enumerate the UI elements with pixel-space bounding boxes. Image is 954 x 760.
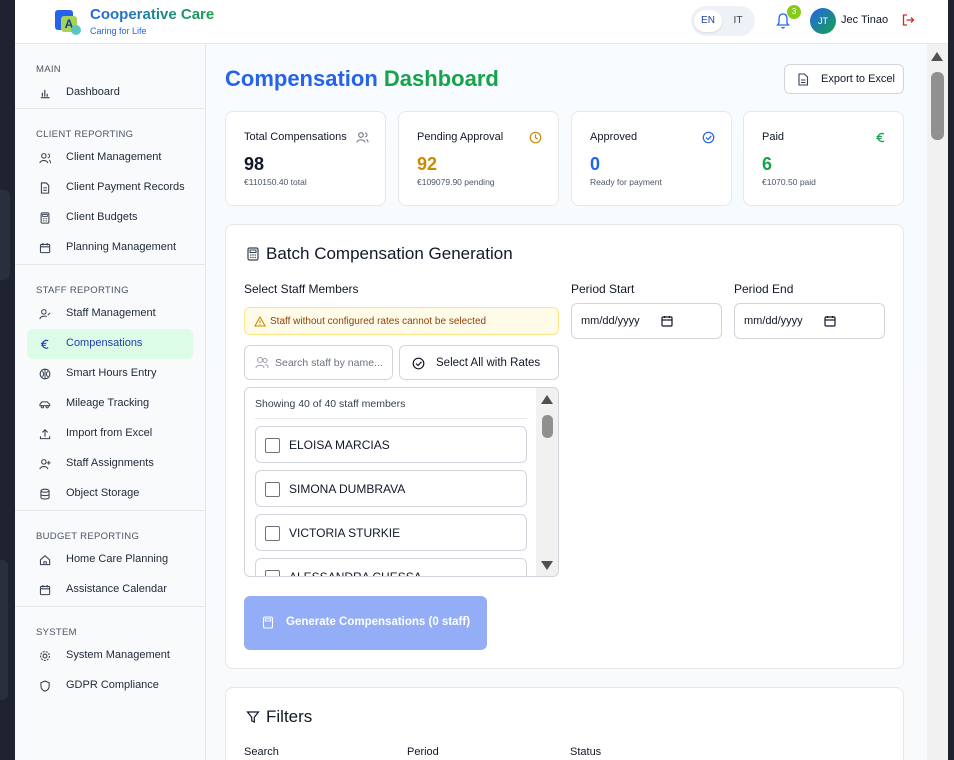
language-switcher: EN IT bbox=[691, 6, 755, 36]
staff-list-item[interactable]: ELOISA MARCIAS bbox=[255, 426, 527, 463]
sidebar-item[interactable]: Import from Excel bbox=[27, 419, 193, 449]
sidebar-item[interactable]: Client Payment Records bbox=[27, 173, 193, 203]
check-circle-icon bbox=[412, 357, 425, 370]
sidebar-item[interactable]: Assistance Calendar bbox=[27, 575, 193, 605]
sidebar-item[interactable]: System Management bbox=[27, 641, 193, 671]
sidebar: MAIN Dashboard CLIENT REPORTING Client M… bbox=[15, 44, 206, 760]
top-header: A Cooperative Care Caring for Life EN IT… bbox=[15, 0, 948, 44]
sidebar-item[interactable]: Client Budgets bbox=[27, 203, 193, 233]
sidebar-section-label: STAFF REPORTING bbox=[36, 285, 129, 296]
sidebar-item[interactable]: Dashboard bbox=[27, 78, 193, 108]
stat-card: Approved 0 Ready for payment bbox=[571, 111, 732, 206]
app-logo: A bbox=[55, 8, 81, 35]
period-end-label: Period End bbox=[734, 282, 794, 296]
staff-checkbox[interactable] bbox=[265, 438, 280, 453]
sparkle-icon bbox=[39, 368, 51, 380]
calculator-icon bbox=[247, 247, 259, 261]
batch-title: Batch Compensation Generation bbox=[266, 244, 513, 263]
period-start-input[interactable]: mm/dd/yyyy bbox=[571, 303, 722, 339]
calendar-icon[interactable] bbox=[824, 315, 836, 327]
staff-checkbox[interactable] bbox=[265, 482, 280, 497]
rate-warning: Staff without configured rates cannot be… bbox=[244, 307, 559, 335]
lang-it-button[interactable]: IT bbox=[724, 10, 752, 32]
sidebar-item[interactable]: Staff Management bbox=[27, 299, 193, 329]
select-staff-label: Select Staff Members bbox=[244, 282, 359, 296]
staff-checkbox[interactable] bbox=[265, 570, 280, 576]
sidebar-item[interactable]: Smart Hours Entry bbox=[27, 359, 193, 389]
select-all-button[interactable]: Select All with Rates bbox=[399, 345, 559, 380]
filters-title: Filters bbox=[266, 707, 313, 726]
calendar-icon[interactable] bbox=[661, 315, 673, 327]
sidebar-section-label: SYSTEM bbox=[36, 627, 77, 638]
showing-count: Showing 40 of 40 staff members bbox=[255, 398, 406, 410]
calculator-icon bbox=[40, 212, 50, 224]
clock-icon bbox=[529, 131, 542, 144]
calendar-icon bbox=[39, 584, 51, 596]
filter-search-label: Search bbox=[244, 746, 279, 758]
sidebar-item[interactable]: Home Care Planning bbox=[27, 545, 193, 575]
sidebar-item[interactable]: Client Management bbox=[27, 143, 193, 173]
home-icon bbox=[39, 555, 51, 566]
staff-list-item[interactable]: SIMONA DUMBRAVA bbox=[255, 470, 527, 507]
staff-list: Showing 40 of 40 staff members ELOISA MA… bbox=[244, 387, 559, 577]
file-icon bbox=[798, 73, 809, 86]
shield-icon bbox=[40, 680, 50, 692]
users-icon bbox=[255, 356, 269, 369]
user-plus-icon bbox=[39, 459, 51, 470]
warning-icon bbox=[254, 316, 266, 327]
sidebar-item[interactable]: Mileage Tracking bbox=[27, 389, 193, 419]
euro-icon bbox=[40, 339, 49, 349]
page-title: Compensation Dashboard bbox=[225, 66, 499, 91]
database-icon bbox=[40, 488, 50, 500]
lang-en-button[interactable]: EN bbox=[694, 10, 722, 32]
document-icon bbox=[40, 182, 50, 194]
filters-panel: Filters Search Period Status bbox=[225, 687, 904, 760]
sidebar-section-label: BUDGET REPORTING bbox=[36, 531, 140, 542]
sidebar-item[interactable]: Staff Assignments bbox=[27, 449, 193, 479]
period-start-label: Period Start bbox=[571, 282, 635, 296]
filter-icon bbox=[246, 711, 260, 723]
check-circle-icon bbox=[702, 131, 715, 144]
brand-title: Cooperative Care bbox=[90, 6, 215, 23]
notification-badge: 3 bbox=[787, 5, 801, 19]
export-excel-button[interactable]: Export to Excel bbox=[784, 64, 904, 94]
window-edge bbox=[0, 0, 15, 760]
staff-list-item[interactable]: ALESSANDRA CHESSA bbox=[255, 558, 527, 576]
sidebar-item[interactable]: Planning Management bbox=[27, 233, 193, 263]
filter-period-label: Period bbox=[407, 746, 439, 758]
calendar-icon bbox=[39, 242, 51, 254]
sidebar-section-label: MAIN bbox=[36, 64, 61, 75]
euro-icon bbox=[876, 132, 885, 143]
staff-list-item[interactable]: VICTORIA STURKIE bbox=[255, 514, 527, 551]
upload-icon bbox=[39, 428, 51, 440]
bar-chart-icon bbox=[40, 89, 50, 99]
stat-card: Pending Approval 92 €109079.90 pending bbox=[398, 111, 559, 206]
user-name[interactable]: Jec Tinao bbox=[841, 14, 888, 26]
staff-checkbox[interactable] bbox=[265, 526, 280, 541]
sidebar-item[interactable]: GDPR Compliance bbox=[27, 671, 193, 701]
main-content: Compensation Dashboard Export to Excel T… bbox=[207, 44, 927, 760]
users-icon bbox=[356, 132, 369, 143]
sidebar-section-label: CLIENT REPORTING bbox=[36, 129, 134, 140]
staff-search-input[interactable]: Search staff by name... bbox=[244, 345, 393, 380]
period-end-input[interactable]: mm/dd/yyyy bbox=[734, 303, 885, 339]
batch-generation-panel: Batch Compensation Generation Select Sta… bbox=[225, 224, 904, 669]
staff-list-scrollbar[interactable] bbox=[536, 388, 558, 576]
sidebar-item[interactable]: Compensations bbox=[27, 329, 193, 359]
users-icon bbox=[39, 153, 51, 164]
calculator-icon bbox=[262, 616, 274, 629]
filter-status-label: Status bbox=[570, 746, 602, 758]
page-scrollbar[interactable] bbox=[927, 44, 948, 760]
stat-card: Paid 6 €1070.50 paid bbox=[743, 111, 904, 206]
user-cog-icon bbox=[39, 309, 51, 320]
stat-card: Total Compensations 98 €110150.40 total bbox=[225, 111, 386, 206]
gear-icon bbox=[40, 651, 50, 661]
generate-compensations-button[interactable]: Generate Compensations (0 staff) bbox=[244, 596, 487, 650]
brand-subtitle: Caring for Life bbox=[90, 26, 147, 36]
avatar[interactable]: JT bbox=[810, 8, 836, 34]
car-icon bbox=[39, 401, 51, 409]
logout-icon[interactable] bbox=[901, 13, 915, 27]
sidebar-item[interactable]: Object Storage bbox=[27, 479, 193, 509]
